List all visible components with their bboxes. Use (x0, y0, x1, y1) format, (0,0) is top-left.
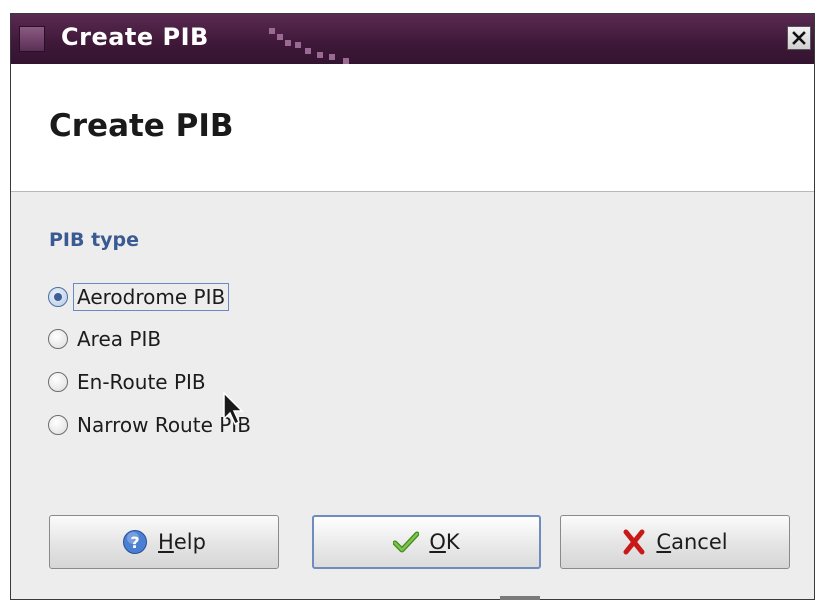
page-title: Create PIB (49, 108, 234, 144)
radio-label-aerodrome-pib: Aerodrome PIB (73, 283, 230, 311)
titlebar-decoration (269, 28, 359, 64)
radio-narrow-route-pib[interactable]: Narrow Route PIB (48, 409, 255, 441)
close-button[interactable] (787, 26, 811, 50)
checkmark-icon (393, 531, 420, 553)
radio-label-en-route-pib: En-Route PIB (77, 370, 206, 394)
close-icon (792, 31, 806, 45)
radio-button[interactable] (48, 415, 68, 435)
pib-type-group-title: PIB type (49, 229, 140, 251)
dialog-header: Create PIB (11, 64, 814, 192)
help-button[interactable]: ? Help (49, 515, 279, 569)
ok-label: OK (429, 530, 460, 554)
title-bar[interactable]: Create PIB (11, 14, 814, 64)
background-window-edge (500, 596, 540, 600)
help-icon: ? (122, 529, 148, 555)
radio-button[interactable] (48, 329, 68, 349)
radio-aerodrome-pib[interactable]: Aerodrome PIB (48, 281, 230, 313)
window-menu-icon[interactable] (19, 26, 45, 52)
window-title: Create PIB (61, 23, 209, 51)
help-label: Help (158, 530, 206, 554)
radio-button[interactable] (48, 372, 68, 392)
cancel-label: Cancel (656, 530, 728, 554)
x-icon (622, 529, 646, 555)
ok-button[interactable]: OK (312, 515, 541, 569)
svg-text:?: ? (130, 533, 139, 552)
create-pib-dialog: Create PIB Create PIB PIB type Aerodrome… (10, 13, 815, 600)
radio-area-pib[interactable]: Area PIB (48, 323, 165, 355)
radio-en-route-pib[interactable]: En-Route PIB (48, 366, 210, 398)
cancel-button[interactable]: Cancel (560, 515, 790, 569)
radio-label-narrow-route-pib: Narrow Route PIB (77, 413, 251, 437)
radio-label-area-pib: Area PIB (77, 327, 162, 351)
radio-button-checked[interactable] (48, 287, 68, 307)
